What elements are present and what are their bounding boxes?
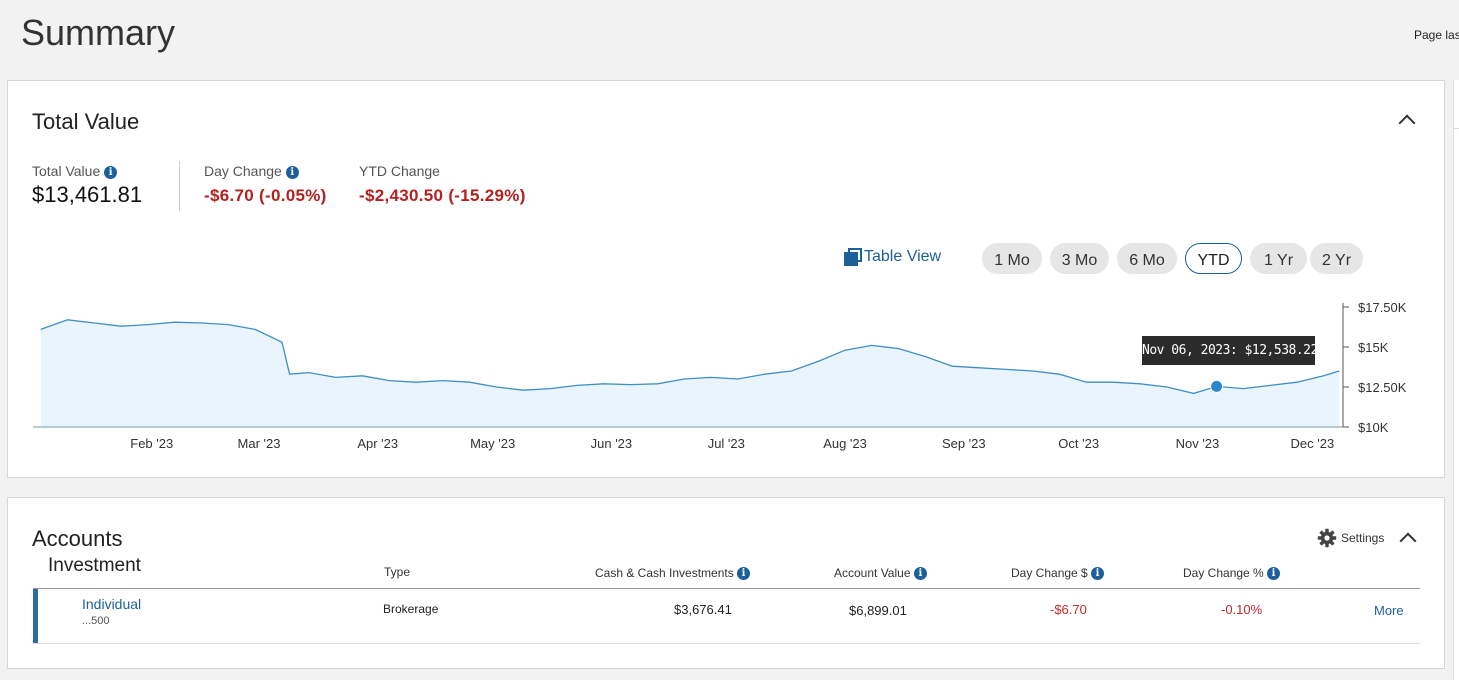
x-tick-label: Feb '23: [130, 436, 173, 451]
account-type: Brokerage: [383, 602, 439, 616]
chart-tooltip: Nov 06, 2023: $12,538.22: [1142, 336, 1318, 365]
account-cash: $3,676.41: [674, 602, 732, 617]
chart-x-axis: Feb '23 Mar '23 Apr '23 May '23 Jun '23 Jul '…: [33, 426, 1343, 451]
y-tick-label: $10K: [1358, 420, 1389, 435]
gear-icon: [1317, 528, 1337, 548]
settings-button[interactable]: Settings: [1317, 528, 1384, 548]
chart-highlight-point[interactable]: [1210, 379, 1224, 393]
page-last-updated: Page las: [1414, 28, 1459, 42]
column-header-day-change-dollar: Day Change $ i: [1011, 566, 1105, 580]
row-marker: [33, 589, 38, 643]
page-title: Summary: [21, 12, 176, 53]
table-row: Individual ...500 Brokerage $3,676.41 $6…: [33, 589, 1420, 644]
column-header-cash: Cash & Cash Investments i: [595, 566, 751, 580]
account-day-change-dollar: -$6.70: [1050, 602, 1087, 617]
account-name-link[interactable]: Individual: [82, 596, 141, 612]
column-header-account-value: Account Value i: [834, 566, 927, 580]
chart-y-axis: $17.50K $15K $12.50K $10K: [1342, 300, 1407, 435]
total-value-chart[interactable]: Feb '23 Mar '23 Apr '23 May '23 Jun '23 Jul '…: [8, 81, 1444, 477]
y-tick-label: $12.50K: [1358, 380, 1407, 395]
x-tick-label: May '23: [470, 436, 515, 451]
total-value-panel: Total Value Total Value i $13,461.81 Day…: [7, 80, 1445, 478]
x-tick-label: Jun '23: [591, 436, 633, 451]
y-tick-label: $17.50K: [1358, 300, 1407, 315]
x-tick-label: Dec '23: [1291, 436, 1335, 451]
accounts-group-label: Investment: [48, 555, 141, 576]
x-tick-label: Sep '23: [942, 436, 986, 451]
account-number: ...500: [82, 615, 110, 627]
info-icon[interactable]: i: [1091, 567, 1105, 580]
column-header-day-change-pct: Day Change % i: [1183, 566, 1281, 580]
x-tick-label: Nov '23: [1176, 436, 1220, 451]
column-header-type: Type: [384, 565, 411, 579]
more-link[interactable]: More: [1374, 603, 1404, 618]
accounts-panel: Accounts Investment Settings Type Cash &…: [7, 497, 1445, 669]
chevron-up-icon[interactable]: [1399, 532, 1417, 550]
x-tick-label: Apr '23: [357, 436, 398, 451]
info-icon[interactable]: i: [913, 567, 927, 580]
accounts-title: Accounts: [32, 526, 123, 551]
y-tick-label: $15K: [1358, 340, 1389, 355]
account-day-change-pct: -0.10%: [1221, 602, 1263, 617]
info-icon[interactable]: i: [737, 567, 751, 580]
x-tick-label: Jul '23: [708, 436, 745, 451]
x-tick-label: Oct '23: [1058, 436, 1099, 451]
x-tick-label: Mar '23: [238, 436, 281, 451]
info-icon[interactable]: i: [1267, 567, 1281, 580]
right-column-panel: [1453, 80, 1459, 680]
account-value: $6,899.01: [849, 603, 907, 618]
x-tick-label: Aug '23: [823, 436, 867, 451]
